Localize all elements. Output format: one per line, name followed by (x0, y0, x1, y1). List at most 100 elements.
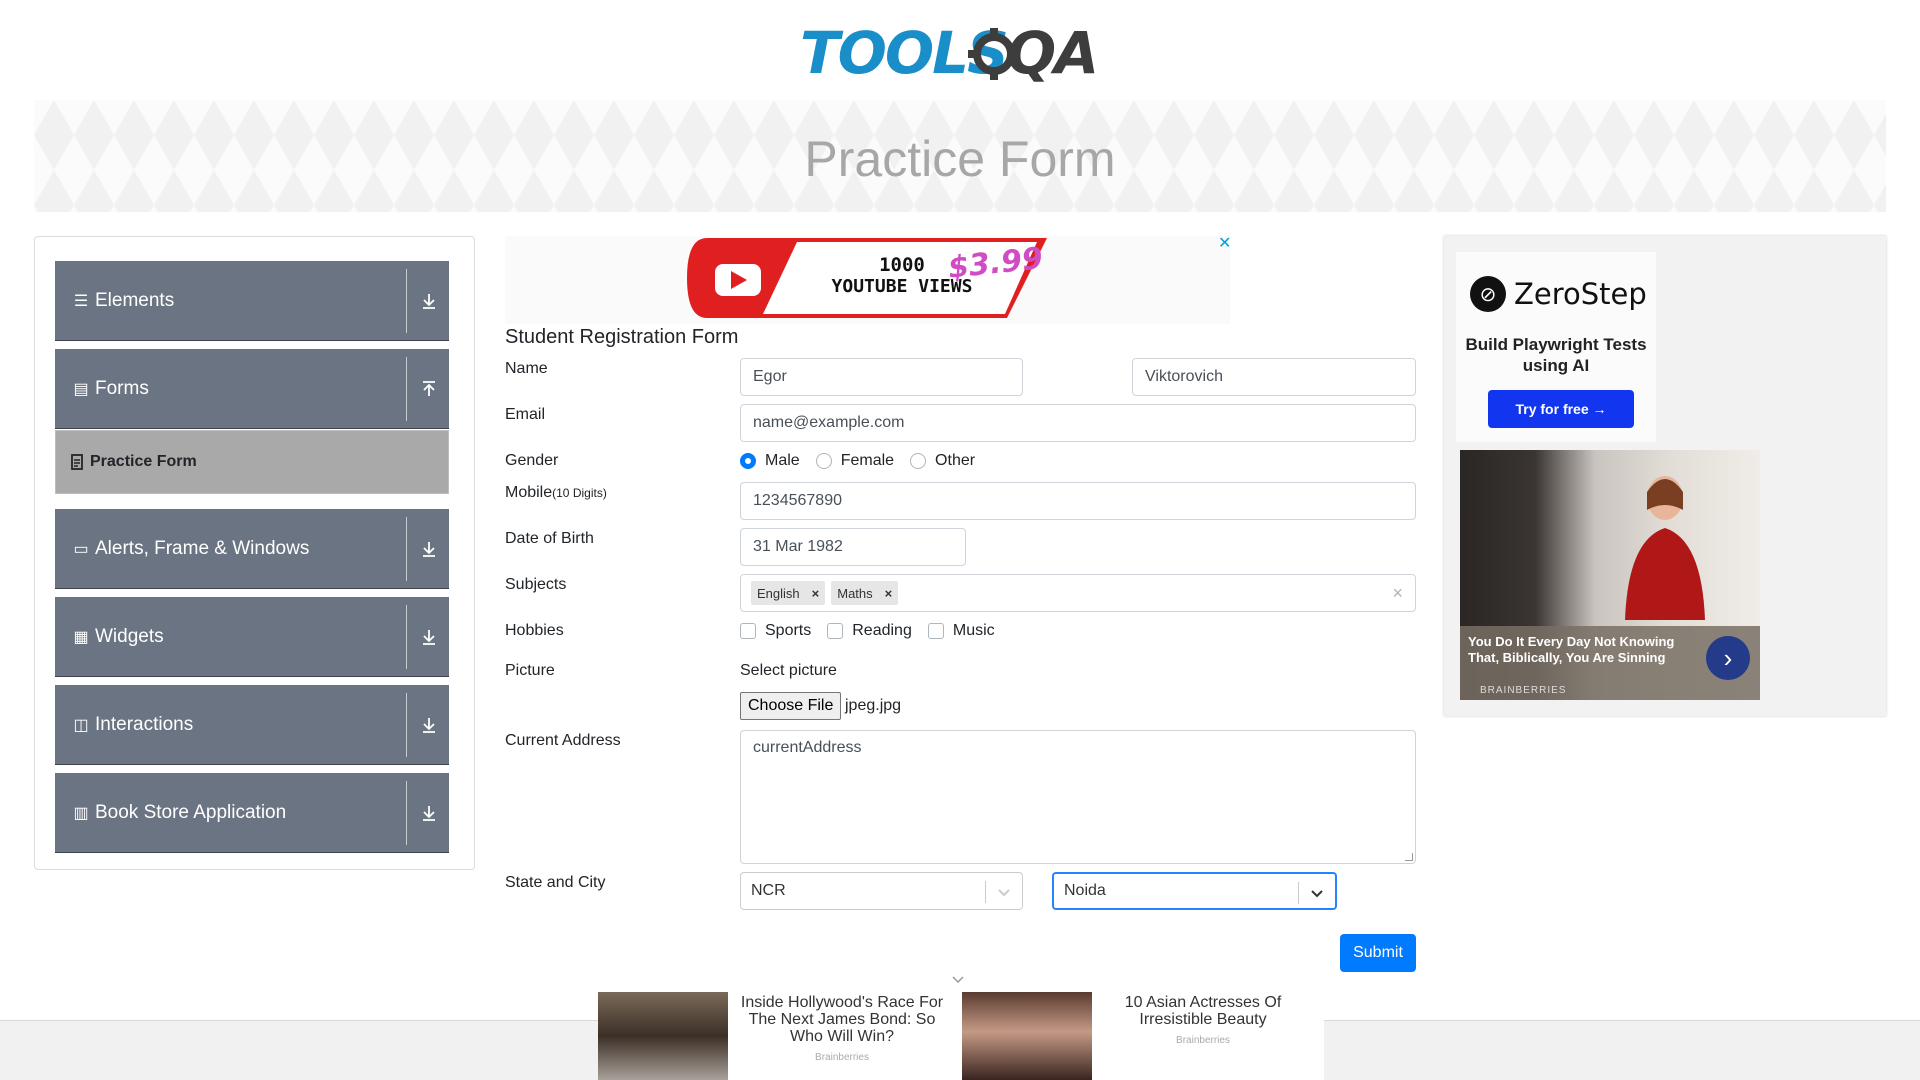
story-thumbnail[interactable] (962, 992, 1092, 1080)
story-ad-image[interactable]: You Do It Every Day Not Knowing That, Bi… (1460, 450, 1760, 700)
radio-label: Female (840, 452, 895, 469)
close-icon[interactable]: ✕ (1218, 236, 1234, 252)
divider (1298, 882, 1299, 904)
sidebar-group-alerts[interactable]: ▭ Alerts, Frame & Windows (55, 509, 449, 589)
sidebar-item-label: Practice Form (90, 453, 197, 470)
hobby-music-option[interactable]: Music (927, 622, 995, 640)
radio-button[interactable] (740, 453, 756, 469)
first-name-input[interactable]: Egor (740, 358, 1023, 396)
page-title: Practice Form (804, 131, 1116, 187)
sidebar-group-interactions[interactable]: ◫ Interactions (55, 685, 449, 765)
radio-label: Other (935, 452, 976, 469)
select-value: NCR (751, 882, 786, 899)
bottom-ad[interactable]: Inside Hollywood's Race For The Next Jam… (598, 990, 1324, 1080)
sidebar-group-forms[interactable]: ▤ Forms (55, 349, 449, 429)
radio-button[interactable] (910, 453, 927, 469)
story-caption: You Do It Every Day Not Knowing That, Bi… (1460, 626, 1760, 700)
download-icon[interactable] (419, 291, 439, 311)
interactions-icon: ◫ (73, 716, 89, 734)
story-source: Brainberries (815, 1052, 869, 1063)
submit-button[interactable]: Submit (1340, 934, 1416, 972)
select-picture-label: Select picture (740, 662, 837, 679)
gender-female-option[interactable]: Female (815, 452, 895, 470)
upload-icon[interactable] (419, 379, 439, 399)
checkbox[interactable] (740, 623, 756, 639)
sidebar-group-label: Elements (95, 289, 175, 311)
hobby-reading-option[interactable]: Reading (827, 622, 912, 640)
download-icon[interactable] (419, 627, 439, 647)
divider (985, 881, 986, 903)
hobby-sports-option[interactable]: Sports (740, 622, 811, 640)
sidebar-group-label: Alerts, Frame & Windows (95, 537, 310, 559)
remove-chip-icon[interactable]: × (879, 586, 899, 601)
sidebar-group-label: Interactions (95, 713, 194, 735)
toolsqa-logo[interactable]: TOOLSQA (800, 14, 1126, 92)
sidebar-group-widgets[interactable]: ▦ Widgets (55, 597, 449, 677)
dob-input[interactable]: 31 Mar 1982 (740, 528, 966, 566)
right-ad-panel[interactable]: ⊘ ZeroStep Build Playwright Tests using … (1444, 236, 1886, 716)
clear-icon[interactable]: × (1392, 583, 1403, 604)
checkbox-label: Music (952, 622, 995, 639)
story-headline: You Do It Every Day Not Knowing That, Bi… (1468, 634, 1675, 665)
download-icon[interactable] (419, 803, 439, 823)
mobile-label: Mobile(10 Digits) (505, 484, 607, 501)
gender-label: Gender (505, 452, 559, 469)
chevron-down-icon (998, 889, 1010, 897)
chevron-right-icon[interactable]: › (1706, 636, 1750, 680)
remove-chip-icon[interactable]: × (806, 586, 826, 601)
top-ad-banner[interactable]: 1000 YOUTUBE VIEWS $3.99 ✕ (505, 236, 1231, 324)
download-icon[interactable] (419, 715, 439, 735)
story-headline[interactable]: 10 Asian Actresses Of Irresistible Beaut… (1098, 994, 1308, 1028)
zerostep-ad[interactable]: ⊘ ZeroStep Build Playwright Tests using … (1456, 252, 1656, 442)
ad-text-count: 1000 (879, 254, 925, 276)
document-icon (71, 454, 83, 470)
brand-name: ZeroStep (1514, 277, 1647, 311)
sidebar-group-label: Forms (95, 377, 149, 399)
divider (406, 269, 407, 333)
story-headline[interactable]: Inside Hollywood's Race For The Next Jam… (734, 994, 950, 1045)
gender-male-option[interactable]: Male (740, 452, 800, 470)
current-address-textarea[interactable]: currentAddress (740, 730, 1416, 864)
email-input[interactable]: name@example.com (740, 404, 1416, 442)
sidebar-group-label: Widgets (95, 625, 164, 647)
checkbox-label: Sports (765, 622, 812, 639)
sidebar: ☰ Elements ▤ Forms Practice Form ▭ Alert… (34, 236, 475, 870)
gear-icon (968, 28, 1020, 80)
subjects-label: Subjects (505, 576, 567, 593)
subjects-input[interactable]: English × Maths × × (740, 574, 1416, 612)
form-title: Student Registration Form (505, 326, 739, 348)
download-icon[interactable] (419, 539, 439, 559)
sidebar-group-elements[interactable]: ☰ Elements (55, 261, 449, 341)
state-city-label: State and City (505, 874, 606, 891)
story-thumbnail[interactable] (598, 992, 728, 1080)
resize-handle[interactable] (1405, 853, 1413, 861)
sidebar-group-book-store[interactable]: ▥ Book Store Application (55, 773, 449, 853)
gender-other-option[interactable]: Other (910, 452, 975, 470)
try-for-free-button[interactable]: Try for free → (1488, 390, 1634, 428)
mobile-input[interactable]: 1234567890 (740, 482, 1416, 520)
radio-label: Male (765, 452, 800, 469)
divider (406, 781, 407, 845)
radio-button[interactable] (815, 453, 832, 469)
checkbox[interactable] (927, 623, 944, 639)
divider (406, 693, 407, 757)
zerostep-logo: ⊘ ZeroStep (1470, 276, 1647, 312)
chevron-down-icon (1311, 890, 1323, 898)
city-select[interactable]: Noida (1052, 872, 1337, 910)
chevron-down-icon[interactable] (950, 972, 966, 988)
document-icon: ▤ (73, 380, 89, 398)
address-label: Current Address (505, 732, 621, 749)
chip-label: English (757, 585, 800, 601)
choose-file-button[interactable]: Choose File (740, 692, 842, 720)
books-icon: ▥ (73, 804, 89, 822)
hobbies-options: Sports Reading Music (740, 622, 1011, 640)
file-name: jpeg.jpg (845, 697, 902, 714)
state-select[interactable]: NCR (740, 872, 1023, 910)
sidebar-item-practice-form[interactable]: Practice Form (55, 430, 449, 494)
checkbox[interactable] (827, 623, 844, 639)
chip-label: Maths (837, 585, 873, 601)
last-name-input[interactable]: Viktorovich (1132, 358, 1416, 396)
picture-label: Picture (505, 662, 555, 679)
divider (406, 357, 407, 421)
sidebar-group-label: Book Store Application (95, 801, 287, 823)
